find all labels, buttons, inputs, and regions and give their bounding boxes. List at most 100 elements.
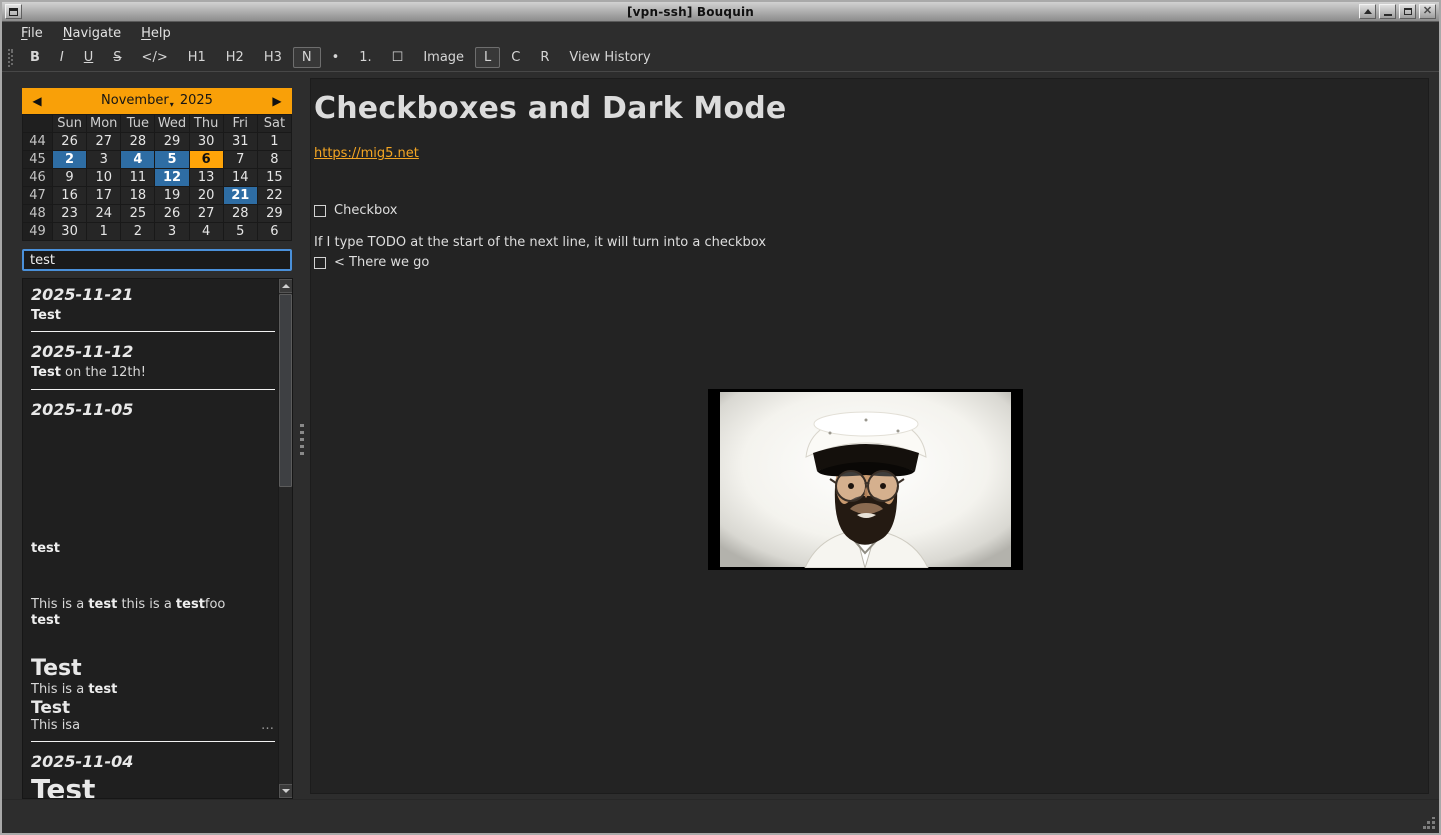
format-bold-button[interactable]: B — [21, 47, 49, 68]
search-result-item[interactable]: 2025-11-12Test on the 12th! — [31, 342, 275, 389]
calendar-day[interactable]: 13 — [190, 169, 223, 186]
calendar-day[interactable]: 29 — [155, 133, 188, 150]
align-left-button[interactable]: L — [475, 47, 500, 68]
calendar-day[interactable]: 31 — [224, 133, 257, 150]
search-input[interactable] — [22, 249, 292, 271]
calendar-day[interactable]: 19 — [155, 187, 188, 204]
calendar-day[interactable]: 29 — [258, 205, 291, 222]
calendar-grid: SunMonTueWedThuFriSat4426272829303114523… — [22, 114, 292, 241]
calendar-day[interactable]: 8 — [258, 151, 291, 168]
results-scrollbar[interactable] — [278, 279, 292, 798]
search-result-item[interactable]: 2025-11-21Test — [31, 285, 275, 332]
scrollbar-thumb[interactable] — [279, 294, 292, 487]
menu-help-label: elp — [151, 26, 171, 41]
calendar-month-year[interactable]: November▾ 2025 — [52, 93, 262, 109]
calendar-day[interactable]: 24 — [87, 205, 120, 222]
calendar-day[interactable]: 26 — [53, 133, 86, 150]
calendar-day[interactable]: 3 — [87, 151, 120, 168]
menu-navigate[interactable]: Navigate — [54, 24, 130, 43]
menubar: File Navigate Help — [2, 22, 1439, 44]
calendar-day[interactable]: 28 — [224, 205, 257, 222]
maximize-button[interactable] — [1399, 4, 1416, 19]
bullet-list-button[interactable]: • — [323, 47, 349, 68]
code-button[interactable]: </> — [133, 47, 177, 68]
calendar-day[interactable]: 5 — [224, 223, 257, 240]
checkbox-unchecked-icon[interactable] — [314, 205, 326, 217]
format-underline-button[interactable]: U — [75, 47, 103, 68]
calendar-day[interactable]: 2 — [121, 223, 154, 240]
calendar-day[interactable]: 9 — [53, 169, 86, 186]
calendar-day[interactable]: 17 — [87, 187, 120, 204]
calendar-header: ◀ November▾ 2025 ▶ — [22, 88, 292, 114]
normal-text-button[interactable]: N — [293, 47, 321, 68]
search-result-item[interactable]: 2025-11-05testThis is a test this is a t… — [31, 400, 275, 743]
menu-file[interactable]: File — [12, 24, 52, 43]
calendar-day[interactable]: 28 — [121, 133, 154, 150]
calendar-year-label[interactable]: 2025 — [180, 93, 213, 108]
calendar-day[interactable]: 16 — [53, 187, 86, 204]
menu-file-label: ile — [28, 26, 43, 41]
resize-grip-icon[interactable] — [1423, 817, 1436, 830]
calendar-next-month-button[interactable]: ▶ — [262, 94, 292, 108]
calendar-day[interactable]: 22 — [258, 187, 291, 204]
heading3-button[interactable]: H3 — [255, 47, 291, 68]
calendar-day[interactable]: 23 — [53, 205, 86, 222]
app-window: [vpn-ssh] Bouquin ✕ File Navigate Help B… — [0, 0, 1441, 835]
week-col-header — [23, 115, 52, 132]
calendar-day[interactable]: 21 — [224, 187, 257, 204]
calendar-day[interactable]: 6 — [190, 151, 223, 168]
calendar-day[interactable]: 1 — [87, 223, 120, 240]
calendar-day[interactable]: 1 — [258, 133, 291, 150]
calendar-day[interactable]: 27 — [87, 133, 120, 150]
toolbar-drag-handle-icon[interactable] — [8, 49, 13, 67]
close-button[interactable]: ✕ — [1419, 4, 1436, 19]
menu-help[interactable]: Help — [132, 24, 180, 43]
calendar-day[interactable]: 25 — [121, 205, 154, 222]
note-editor[interactable]: Checkboxes and Dark Mode https://mig5.ne… — [310, 78, 1429, 794]
calendar-day[interactable]: 10 — [87, 169, 120, 186]
calendar-day[interactable]: 2 — [53, 151, 86, 168]
calendar-day[interactable]: 3 — [155, 223, 188, 240]
calendar-day[interactable]: 26 — [155, 205, 188, 222]
calendar-day[interactable]: 30 — [190, 133, 223, 150]
window-menu-button[interactable] — [5, 4, 22, 19]
sidebar-splitter[interactable] — [294, 72, 310, 799]
shade-button[interactable] — [1359, 4, 1376, 19]
heading2-button[interactable]: H2 — [217, 47, 253, 68]
calendar-day[interactable]: 6 — [258, 223, 291, 240]
calendar-day[interactable]: 7 — [224, 151, 257, 168]
calendar-day[interactable]: 27 — [190, 205, 223, 222]
search-result-item[interactable]: 2025-11-04Test — [31, 752, 275, 798]
day-of-week-header: Wed — [155, 115, 188, 132]
calendar-day[interactable]: 5 — [155, 151, 188, 168]
minimize-button[interactable] — [1379, 4, 1396, 19]
result-snippet: test — [31, 541, 275, 557]
result-divider — [31, 389, 275, 390]
format-strikethrough-button[interactable]: S — [104, 47, 130, 68]
calendar-day[interactable]: 4 — [121, 151, 154, 168]
checkbox-list-button[interactable]: ☐ — [383, 47, 413, 68]
align-right-button[interactable]: R — [531, 47, 558, 68]
calendar-day[interactable]: 12 — [155, 169, 188, 186]
scroll-up-button[interactable] — [279, 279, 293, 293]
calendar-month-label[interactable]: November — [101, 93, 169, 108]
calendar-day[interactable]: 11 — [121, 169, 154, 186]
calendar: ◀ November▾ 2025 ▶ SunMonTueWedThuFriSat… — [22, 88, 292, 241]
note-link[interactable]: https://mig5.net — [314, 146, 419, 161]
heading1-button[interactable]: H1 — [179, 47, 215, 68]
scroll-up-icon — [282, 284, 290, 288]
calendar-day[interactable]: 15 — [258, 169, 291, 186]
calendar-day[interactable]: 18 — [121, 187, 154, 204]
scroll-down-button[interactable] — [279, 784, 293, 798]
view-history-button[interactable]: View History — [560, 47, 659, 68]
format-italic-button[interactable]: I — [51, 47, 73, 68]
calendar-day[interactable]: 14 — [224, 169, 257, 186]
calendar-day[interactable]: 30 — [53, 223, 86, 240]
numbered-list-button[interactable]: 1. — [350, 47, 380, 68]
calendar-prev-month-button[interactable]: ◀ — [22, 94, 52, 108]
insert-image-button[interactable]: Image — [414, 47, 473, 68]
calendar-day[interactable]: 20 — [190, 187, 223, 204]
calendar-day[interactable]: 4 — [190, 223, 223, 240]
checkbox-unchecked-icon[interactable] — [314, 257, 326, 269]
align-center-button[interactable]: C — [502, 47, 529, 68]
